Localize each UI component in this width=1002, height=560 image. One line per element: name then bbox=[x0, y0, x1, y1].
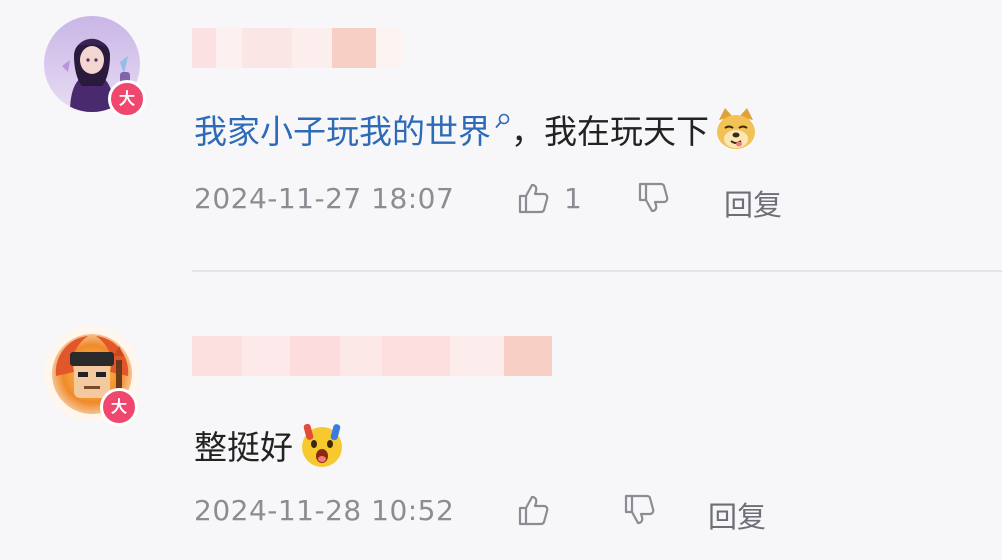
search-link[interactable]: 我家小子玩我的世界 bbox=[194, 105, 491, 153]
dislike-button[interactable] bbox=[636, 176, 670, 220]
comment-content: 整挺好 bbox=[194, 420, 347, 470]
shocked-emoji-icon bbox=[302, 423, 342, 467]
username-blurred[interactable] bbox=[192, 28, 402, 68]
comment-meta: 2024-11-28 10:52 回复 bbox=[194, 488, 974, 534]
thumbs-down-icon bbox=[638, 182, 669, 213]
level-badge: 大 bbox=[108, 80, 146, 118]
reply-button[interactable]: 回复 bbox=[708, 494, 766, 536]
comment-text: ，我在玩天下 bbox=[511, 112, 709, 151]
comment-item: 大 我家小子玩我的世界 ，我在玩天下 2024-11-27 18:07 1 回复 bbox=[0, 0, 1002, 270]
timestamp: 2024-11-28 10:52 bbox=[194, 494, 455, 527]
comment-content: 我家小子玩我的世界 ，我在玩天下 bbox=[194, 104, 759, 154]
like-count: 1 bbox=[564, 181, 582, 215]
thumbs-up-icon bbox=[518, 495, 549, 526]
comment-item: 大 整挺好 2024-11-28 10:52 回复 bbox=[0, 272, 1002, 560]
timestamp: 2024-11-27 18:07 bbox=[194, 182, 455, 215]
comment-text: 整挺好 bbox=[194, 428, 293, 467]
like-button[interactable]: 1 bbox=[516, 176, 582, 220]
reply-button[interactable]: 回复 bbox=[724, 182, 782, 224]
like-button[interactable] bbox=[516, 488, 564, 532]
username-blurred[interactable] bbox=[192, 336, 552, 376]
search-icon[interactable] bbox=[495, 113, 511, 131]
doge-emoji-icon bbox=[717, 108, 755, 149]
level-badge: 大 bbox=[100, 388, 138, 426]
comment-meta: 2024-11-27 18:07 1 回复 bbox=[194, 176, 974, 223]
thumbs-down-icon bbox=[624, 494, 655, 525]
thumbs-up-icon bbox=[518, 183, 549, 214]
dislike-button[interactable] bbox=[622, 488, 656, 532]
